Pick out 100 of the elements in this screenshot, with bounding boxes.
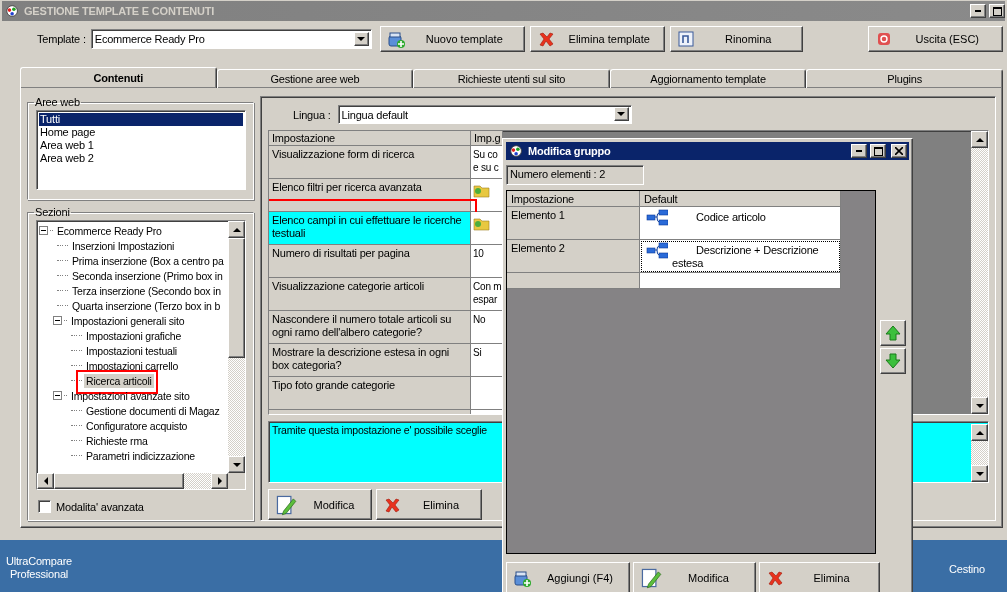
tree-item[interactable]: Parametri indicizzazione [84, 448, 197, 463]
tree-item[interactable]: Impostazioni testuali [84, 343, 179, 358]
list-item[interactable]: Area web 1 [39, 139, 243, 152]
tab[interactable]: Richieste utenti sul sito [413, 69, 610, 88]
minimize-button[interactable] [851, 144, 867, 158]
scroll-up-button[interactable] [971, 424, 988, 441]
move-down-button[interactable] [880, 348, 906, 374]
window-title: GESTIONE TEMPLATE E CONTENUTI [24, 5, 216, 17]
maximize-button[interactable] [989, 4, 1005, 18]
tab[interactable]: Plugins [806, 69, 1003, 88]
checkbox[interactable] [38, 500, 51, 513]
element-value-cell[interactable]: Codice articolo [640, 207, 841, 240]
column-header[interactable]: Impostazione [269, 131, 471, 146]
setting-cell[interactable]: Visualizzazione categorie articoli [269, 278, 471, 311]
tree-item[interactable]: Quarta inserzione (Terzo box in b [70, 298, 223, 313]
column-header[interactable]: Imp.g [471, 131, 503, 146]
template-select[interactable]: Ecommerce Ready Pro [90, 29, 372, 49]
maximize-button[interactable] [870, 144, 886, 158]
value-cell[interactable]: No [471, 311, 503, 344]
value-cell[interactable]: 10 [471, 245, 503, 278]
value-cell[interactable]: Con m espar [471, 278, 503, 311]
setting-cell[interactable]: Elenco campi in cui effettuare le ricerche testuali [269, 212, 471, 245]
tab[interactable]: Contenuti [20, 67, 217, 88]
horizontal-scrollbar[interactable] [37, 473, 228, 489]
setting-cell[interactable]: Numero di risultati per pagina [269, 245, 471, 278]
collapse-icon[interactable] [53, 391, 62, 400]
dialog-button[interactable]: Aggiungi (F4) [506, 562, 630, 592]
list-item[interactable]: Area web 2 [39, 152, 243, 165]
tree-structure-icon [644, 242, 668, 260]
value-cell[interactable]: Si [471, 344, 503, 377]
dialog-button[interactable]: Elimina [759, 562, 880, 592]
collapse-icon[interactable] [39, 226, 48, 235]
vertical-scrollbar[interactable] [228, 221, 245, 473]
column-header[interactable]: Default [640, 191, 841, 207]
tree-item[interactable]: Seconda inserzione (Primo box in [70, 268, 225, 283]
tree-item[interactable]: Terza inserzione (Secondo box in [70, 283, 223, 298]
setting-cell[interactable]: Mostrare la descrizione estesa in ogni box categoria? [269, 344, 471, 377]
tree-item[interactable]: Impostazioni grafiche [84, 328, 184, 343]
scroll-up-button[interactable] [228, 221, 245, 238]
desktop-icon-label[interactable]: Cestino [947, 555, 987, 592]
scroll-down-button[interactable] [971, 465, 988, 482]
tree-item[interactable]: Prima inserzione (Box a centro pa [70, 253, 226, 268]
language-select[interactable]: Lingua default [337, 105, 632, 124]
collapse-icon[interactable] [53, 316, 62, 325]
list-item[interactable]: Home page [39, 126, 243, 139]
desktop-icon-label[interactable]: UltraCompare Professional [4, 555, 74, 592]
element-value-cell[interactable]: Descrizione + Descrizione estesa [640, 240, 841, 273]
toolbar-button[interactable]: Nuovo template [379, 26, 525, 52]
tab[interactable]: Aggiornamento template [609, 69, 807, 88]
value-cell[interactable] [471, 377, 503, 410]
close-button[interactable] [891, 144, 907, 158]
tree-item[interactable]: Configuratore acquisto [84, 418, 190, 433]
scrollbar-corner [228, 473, 245, 489]
element-name-cell[interactable]: Elemento 1 [507, 207, 640, 240]
value-cell[interactable]: Su co e su c [471, 146, 503, 179]
tree-item[interactable]: Ricerca articoli [84, 373, 154, 388]
toolbar-button[interactable]: Rinomina [669, 26, 803, 52]
language-label: Lingua : [293, 108, 331, 121]
tree-item[interactable]: Richieste rma [84, 433, 150, 448]
scroll-right-button[interactable] [211, 473, 228, 489]
list-item[interactable]: Tutti [39, 113, 243, 126]
toolbar-button[interactable]: Elimina template [529, 26, 665, 52]
tree-item[interactable]: Impostazioni carrello [84, 358, 181, 373]
value-cell[interactable] [471, 179, 503, 212]
tree-item[interactable]: Ecommerce Ready Pro [55, 223, 164, 238]
delete-icon [383, 495, 401, 514]
scroll-down-button[interactable] [971, 397, 988, 414]
app-logo-icon [509, 143, 525, 159]
action-button[interactable]: Elimina [376, 489, 482, 520]
dialog-button[interactable]: Modifica [633, 562, 756, 592]
action-button[interactable]: Modifica [268, 489, 372, 520]
app-logo-icon [5, 3, 21, 19]
column-header[interactable]: Impostazione [507, 191, 640, 207]
add-box-icon [386, 30, 405, 48]
scroll-thumb[interactable] [228, 238, 245, 358]
scroll-up-button[interactable] [971, 131, 988, 148]
scroll-left-button[interactable] [37, 473, 54, 489]
value-cell[interactable] [471, 212, 503, 245]
delete-icon [766, 569, 784, 587]
setting-cell[interactable]: Tipo foto grande categorie [269, 377, 471, 410]
tree-item[interactable]: Impostazioni generali sito [69, 313, 187, 328]
element-name-cell[interactable]: Elemento 2 [507, 240, 640, 273]
tree-item[interactable]: Gestione documenti di Magaz [84, 403, 222, 418]
setting-cell[interactable]: Visualizzazione form di ricerca [269, 146, 471, 179]
delete-icon [536, 30, 555, 48]
setting-cell[interactable]: Elenco filtri per ricerca avanzata [269, 179, 471, 212]
toolbar-button[interactable]: Uscita (ESC) [867, 26, 1003, 52]
tab[interactable]: Gestione aree web [216, 69, 414, 88]
minimize-button[interactable] [970, 4, 986, 18]
vertical-scrollbar[interactable] [971, 131, 988, 414]
move-up-button[interactable] [880, 320, 906, 346]
setting-cell[interactable]: Nascondere il numero totale articoli su ogni ramo dell'albero categorie? [269, 311, 471, 344]
tree-item[interactable]: Inserzioni Impostazioni [70, 238, 177, 253]
vertical-scrollbar[interactable] [971, 424, 988, 482]
maximize-icon [992, 6, 1002, 16]
add-box-icon [513, 569, 531, 587]
group-title: Sezioni [34, 206, 71, 218]
scroll-down-button[interactable] [228, 456, 245, 473]
scroll-thumb[interactable] [54, 473, 184, 489]
dialog-title: Modifica gruppo [528, 145, 612, 157]
